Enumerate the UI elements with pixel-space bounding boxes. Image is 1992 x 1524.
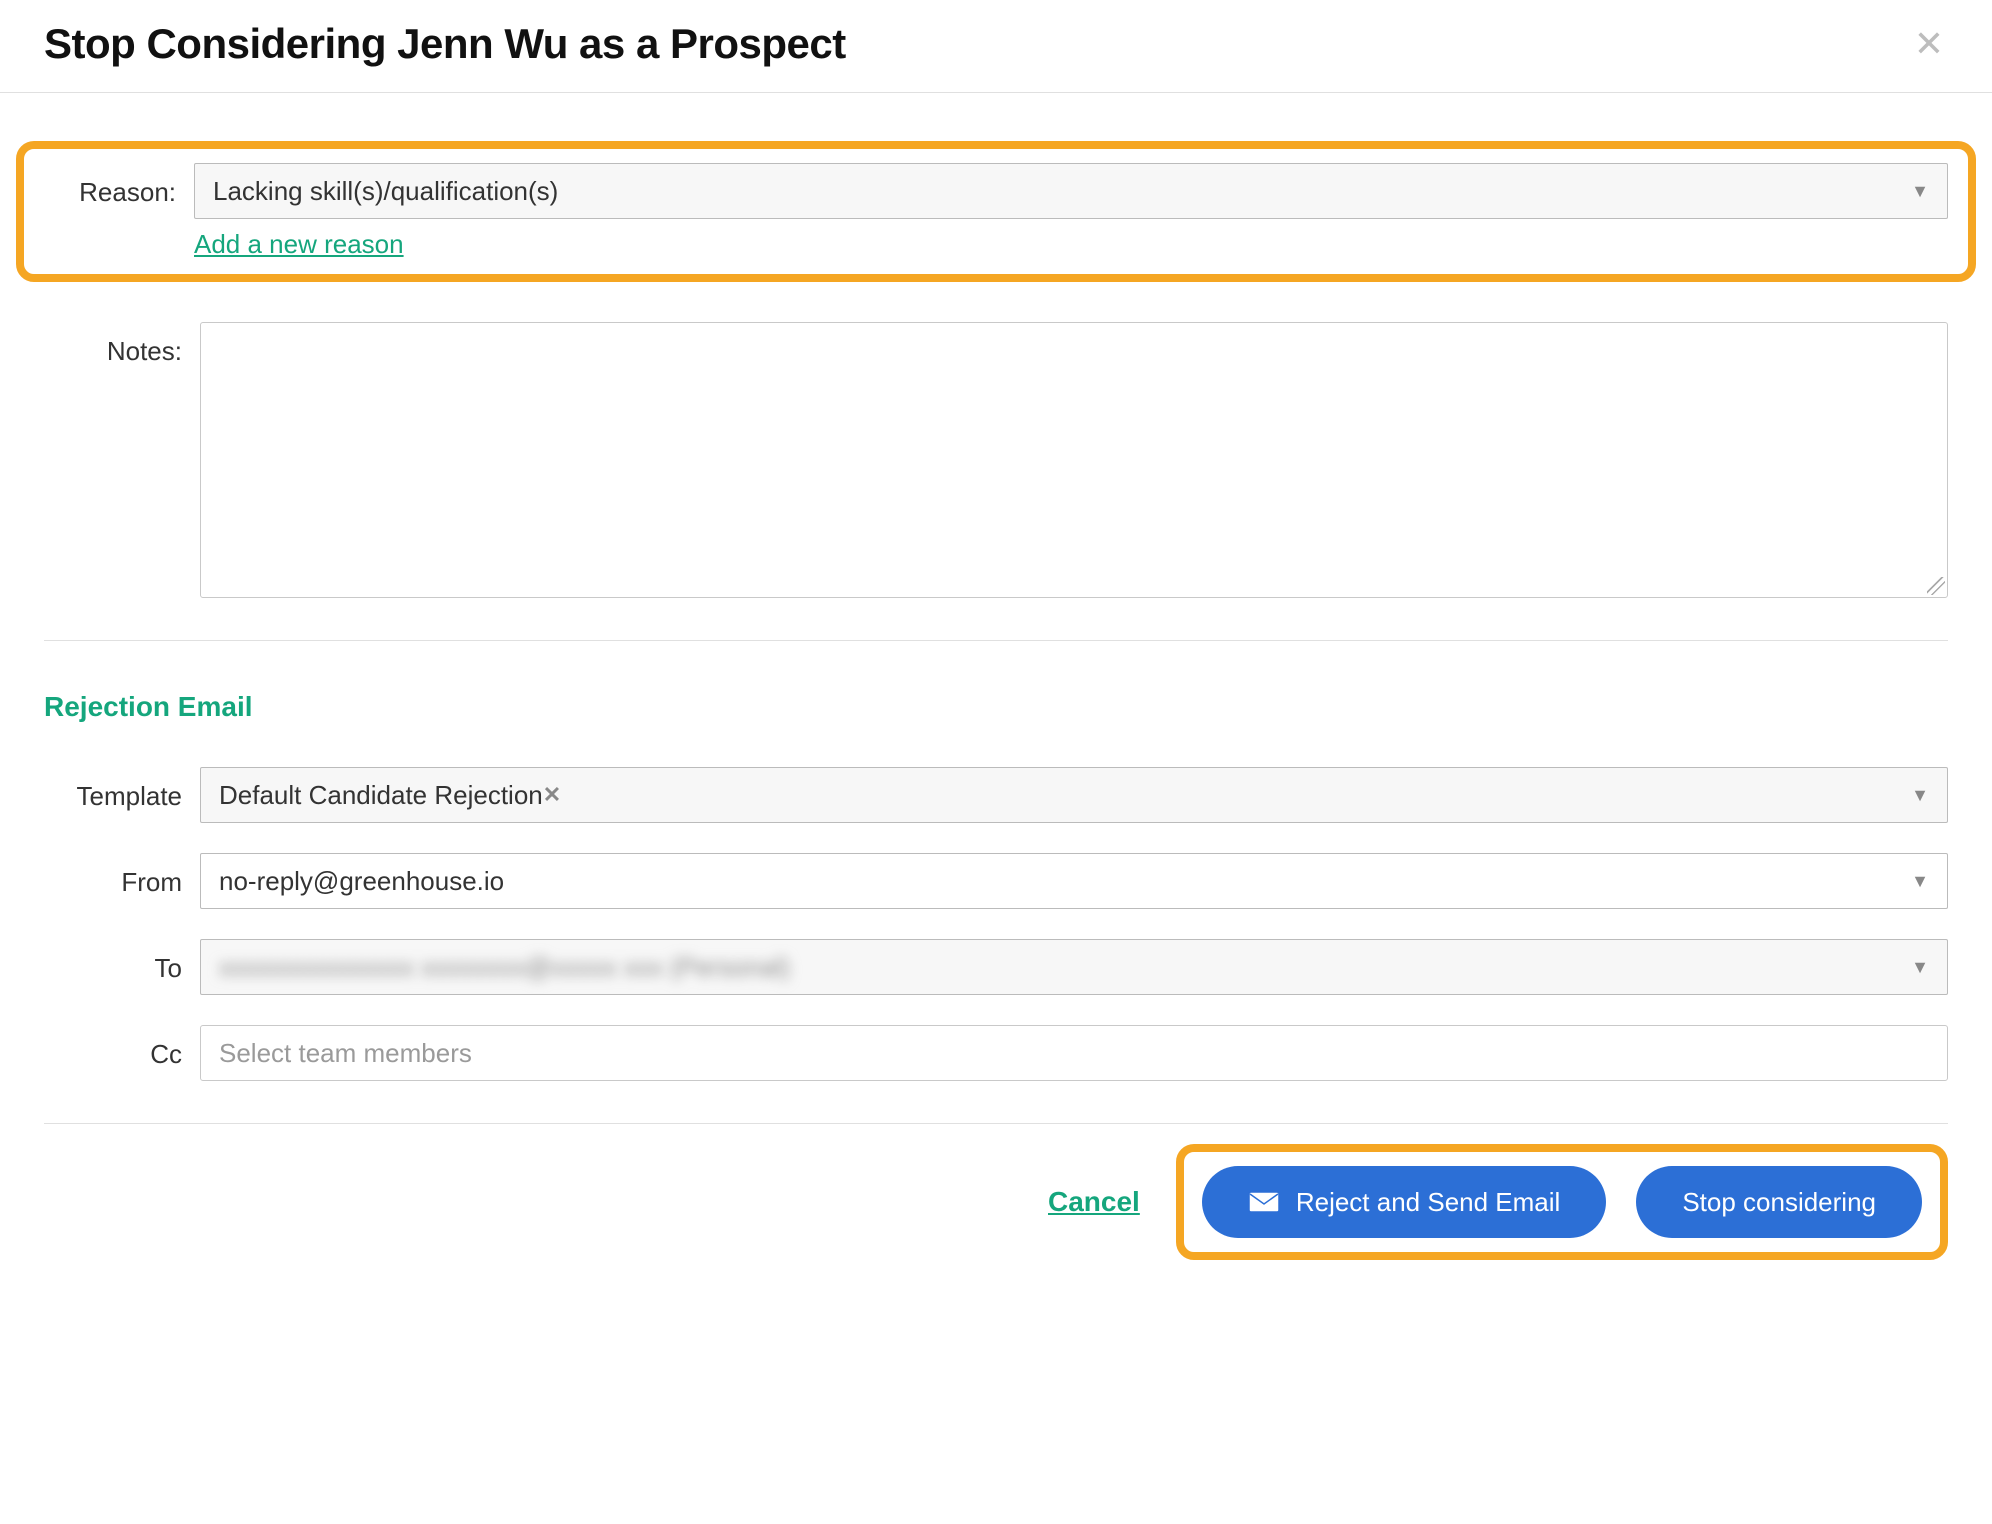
reject-and-send-email-label: Reject and Send Email — [1296, 1187, 1560, 1218]
rejection-email-heading: Rejection Email — [44, 691, 1948, 723]
chevron-down-icon: ▼ — [1911, 871, 1929, 892]
from-select-value: no-reply@greenhouse.io — [219, 866, 504, 897]
chevron-down-icon: ▼ — [1911, 181, 1929, 202]
notes-label: Notes: — [44, 322, 182, 367]
divider-1 — [44, 640, 1948, 641]
to-input-col: xxxxxxxxxxxxxxx xxxxxxxx@xxxxx xxx (Pers… — [200, 939, 1948, 995]
cc-placeholder: Select team members — [219, 1038, 472, 1069]
reason-label: Reason: — [38, 163, 176, 208]
from-label: From — [44, 853, 182, 898]
cc-label: Cc — [44, 1025, 182, 1070]
cc-input[interactable]: Select team members — [200, 1025, 1948, 1081]
notes-input-col — [200, 322, 1948, 598]
reason-input-col: Lacking skill(s)/qualification(s) ▼ Add … — [194, 163, 1948, 260]
from-row: From no-reply@greenhouse.io ▼ — [44, 853, 1948, 909]
envelope-icon — [1248, 1191, 1280, 1213]
stop-considering-button[interactable]: Stop considering — [1636, 1166, 1922, 1238]
template-select-value: Default Candidate Rejection — [219, 780, 543, 811]
notes-row: Notes: — [44, 322, 1948, 598]
stop-considering-label: Stop considering — [1682, 1187, 1876, 1218]
reason-select[interactable]: Lacking skill(s)/qualification(s) ▼ — [194, 163, 1948, 219]
rejection-email-section: Template Default Candidate Rejection ✕ ▼… — [44, 767, 1948, 1081]
cc-input-col: Select team members — [200, 1025, 1948, 1081]
template-select[interactable]: Default Candidate Rejection ✕ ▼ — [200, 767, 1948, 823]
action-buttons-highlight-box: Reject and Send Email Stop considering — [1176, 1144, 1948, 1260]
chevron-down-icon: ▼ — [1911, 785, 1929, 806]
to-select[interactable]: xxxxxxxxxxxxxxx xxxxxxxx@xxxxx xxx (Pers… — [200, 939, 1948, 995]
dialog-footer: Cancel Reject and Send Email Stop consid… — [44, 1123, 1948, 1280]
from-input-col: no-reply@greenhouse.io ▼ — [200, 853, 1948, 909]
dialog-content: Reason: Lacking skill(s)/qualification(s… — [0, 93, 1992, 1280]
reject-and-send-email-button[interactable]: Reject and Send Email — [1202, 1166, 1606, 1238]
clear-template-icon[interactable]: ✕ — [543, 782, 561, 808]
cc-row: Cc Select team members — [44, 1025, 1948, 1081]
template-row: Template Default Candidate Rejection ✕ ▼ — [44, 767, 1948, 823]
cancel-link[interactable]: Cancel — [1048, 1186, 1140, 1218]
reason-select-value: Lacking skill(s)/qualification(s) — [213, 176, 558, 207]
to-label: To — [44, 939, 182, 984]
chevron-down-icon: ▼ — [1911, 957, 1929, 978]
reason-row: Reason: Lacking skill(s)/qualification(s… — [38, 163, 1948, 260]
dialog-header: Stop Considering Jenn Wu as a Prospect ✕ — [0, 0, 1992, 93]
stop-considering-dialog: Stop Considering Jenn Wu as a Prospect ✕… — [0, 0, 1992, 1280]
to-row: To xxxxxxxxxxxxxxx xxxxxxxx@xxxxx xxx (P… — [44, 939, 1948, 995]
close-icon[interactable]: ✕ — [1910, 22, 1948, 66]
template-input-col: Default Candidate Rejection ✕ ▼ — [200, 767, 1948, 823]
dialog-title: Stop Considering Jenn Wu as a Prospect — [44, 20, 846, 68]
reason-highlight-box: Reason: Lacking skill(s)/qualification(s… — [16, 141, 1976, 282]
add-new-reason-link[interactable]: Add a new reason — [194, 229, 404, 260]
from-select[interactable]: no-reply@greenhouse.io ▼ — [200, 853, 1948, 909]
notes-textarea[interactable] — [200, 322, 1948, 598]
template-label: Template — [44, 767, 182, 812]
to-select-value: xxxxxxxxxxxxxxx xxxxxxxx@xxxxx xxx (Pers… — [219, 952, 790, 983]
